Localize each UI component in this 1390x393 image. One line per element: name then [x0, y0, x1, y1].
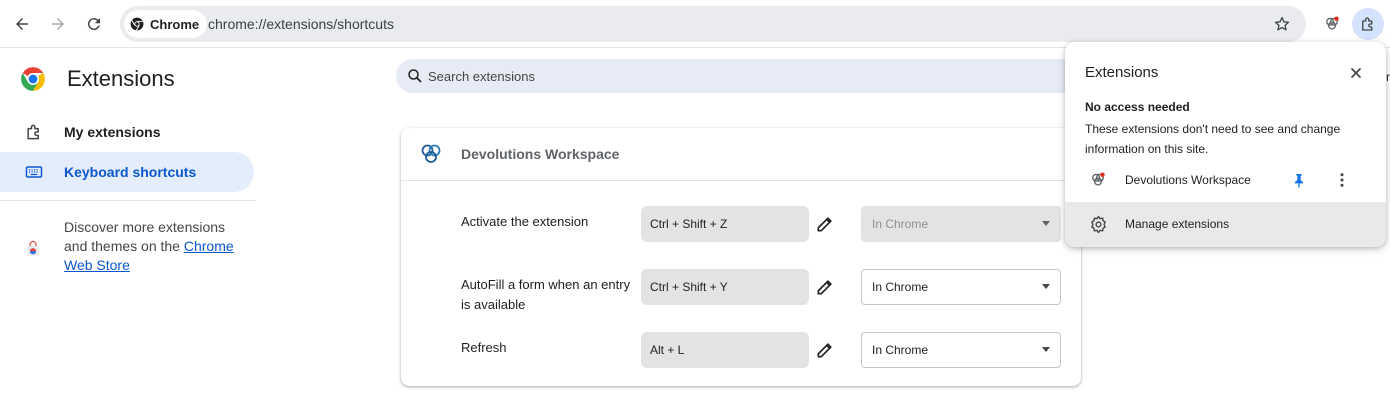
command-label: AutoFill a form when an entry is availab…	[461, 277, 631, 312]
extension-shortcut-card: Devolutions Workspace Activate the exten…	[401, 128, 1081, 386]
sidebar-item-label: Keyboard shortcuts	[64, 164, 197, 180]
shortcut-key-field[interactable]: Alt + L	[641, 332, 809, 368]
puzzle-icon	[1362, 17, 1373, 31]
command-label: Refresh	[461, 340, 507, 355]
popup-extension-name: Devolutions Workspace	[1125, 173, 1251, 187]
sidebar: Extensions My extensions Keyboard shortc…	[0, 48, 256, 393]
pencil-icon[interactable]	[815, 340, 835, 360]
search-icon	[408, 69, 422, 83]
card-header: Devolutions Workspace	[401, 128, 1081, 181]
shortcut-row: Activate the extension Ctrl + Shift + Z …	[401, 206, 1081, 246]
scope-select-value: In Chrome	[872, 280, 929, 294]
scope-select[interactable]: In Chrome	[861, 206, 1061, 242]
search-bar[interactable]: Search extensions	[396, 59, 1086, 93]
pencil-icon[interactable]	[815, 277, 835, 297]
browser-toolbar: Chrome chrome://extensions/shortcuts	[0, 0, 1390, 48]
star-icon	[1274, 16, 1290, 31]
chrome-logo-icon	[21, 67, 45, 91]
scope-select[interactable]: In Chrome	[861, 332, 1061, 368]
arrow-left-icon	[16, 18, 28, 30]
sidebar-item-keyboard-shortcuts[interactable]: Keyboard shortcuts	[0, 152, 254, 192]
extension-name: Devolutions Workspace	[461, 146, 620, 162]
web-store-icon	[27, 240, 39, 256]
clipped-text-fragment: r	[1386, 70, 1390, 84]
url-text[interactable]: chrome://extensions/shortcuts	[208, 6, 394, 42]
shortcut-key-field[interactable]: Ctrl + Shift + Z	[641, 206, 809, 242]
section-title: No access needed	[1085, 100, 1190, 114]
gear-icon	[1091, 215, 1106, 234]
sidebar-item-my-extensions[interactable]: My extensions	[0, 112, 254, 152]
page-title: Extensions	[67, 66, 175, 91]
site-chip[interactable]: Chrome	[124, 10, 208, 38]
manage-extensions-button[interactable]: Manage extensions	[1065, 202, 1386, 247]
extensions-popup: Extensions No access needed These extens…	[1065, 42, 1386, 247]
search-input[interactable]: Search extensions	[428, 69, 535, 84]
back-button[interactable]	[6, 8, 38, 40]
shortcut-row: Refresh Alt + L In Chrome	[401, 332, 1081, 372]
arrow-right-icon	[52, 18, 64, 30]
chrome-icon	[130, 17, 144, 31]
shortcut-row: AutoFill a form when an entry is availab…	[401, 269, 1081, 312]
scope-select[interactable]: In Chrome	[861, 269, 1061, 305]
more-vert-icon[interactable]	[1333, 171, 1351, 189]
sidebar-divider	[0, 200, 256, 201]
brand: Extensions	[20, 64, 175, 94]
reload-button[interactable]	[78, 8, 110, 40]
manage-extensions-label: Manage extensions	[1125, 217, 1230, 231]
scope-select-value: In Chrome	[872, 343, 929, 357]
command-label: Activate the extension	[461, 214, 589, 229]
sidebar-item-label: My extensions	[64, 124, 161, 140]
devolutions-icon	[1326, 16, 1339, 30]
bookmark-button[interactable]	[1266, 8, 1298, 40]
site-chip-label: Chrome	[150, 16, 200, 32]
puzzle-icon	[27, 124, 39, 140]
chevron-down-icon	[1042, 347, 1050, 352]
discover-text: Discover more extensions and themes on t…	[64, 218, 244, 275]
forward-button[interactable]	[42, 8, 74, 40]
chevron-down-icon	[1042, 221, 1050, 226]
scope-select-value: In Chrome	[872, 217, 929, 231]
close-icon[interactable]	[1347, 64, 1365, 82]
keyboard-icon	[25, 166, 43, 178]
reload-icon	[87, 18, 100, 31]
chevron-down-icon	[1042, 284, 1050, 289]
devolutions-icon	[1092, 172, 1105, 186]
shortcut-key-field[interactable]: Ctrl + Shift + Y	[641, 269, 809, 305]
popup-title: Extensions	[1085, 64, 1159, 81]
devolutions-toolbar-button[interactable]	[1316, 8, 1348, 40]
popup-extension-item[interactable]: Devolutions Workspace	[1065, 164, 1386, 196]
devolutions-icon	[421, 144, 441, 163]
pin-icon[interactable]	[1291, 171, 1307, 189]
pencil-icon[interactable]	[815, 214, 835, 234]
address-bar[interactable]: Chrome chrome://extensions/shortcuts	[120, 6, 1306, 42]
section-description: These extensions don't need to see and c…	[1085, 122, 1341, 156]
extensions-menu-button[interactable]	[1352, 8, 1384, 40]
